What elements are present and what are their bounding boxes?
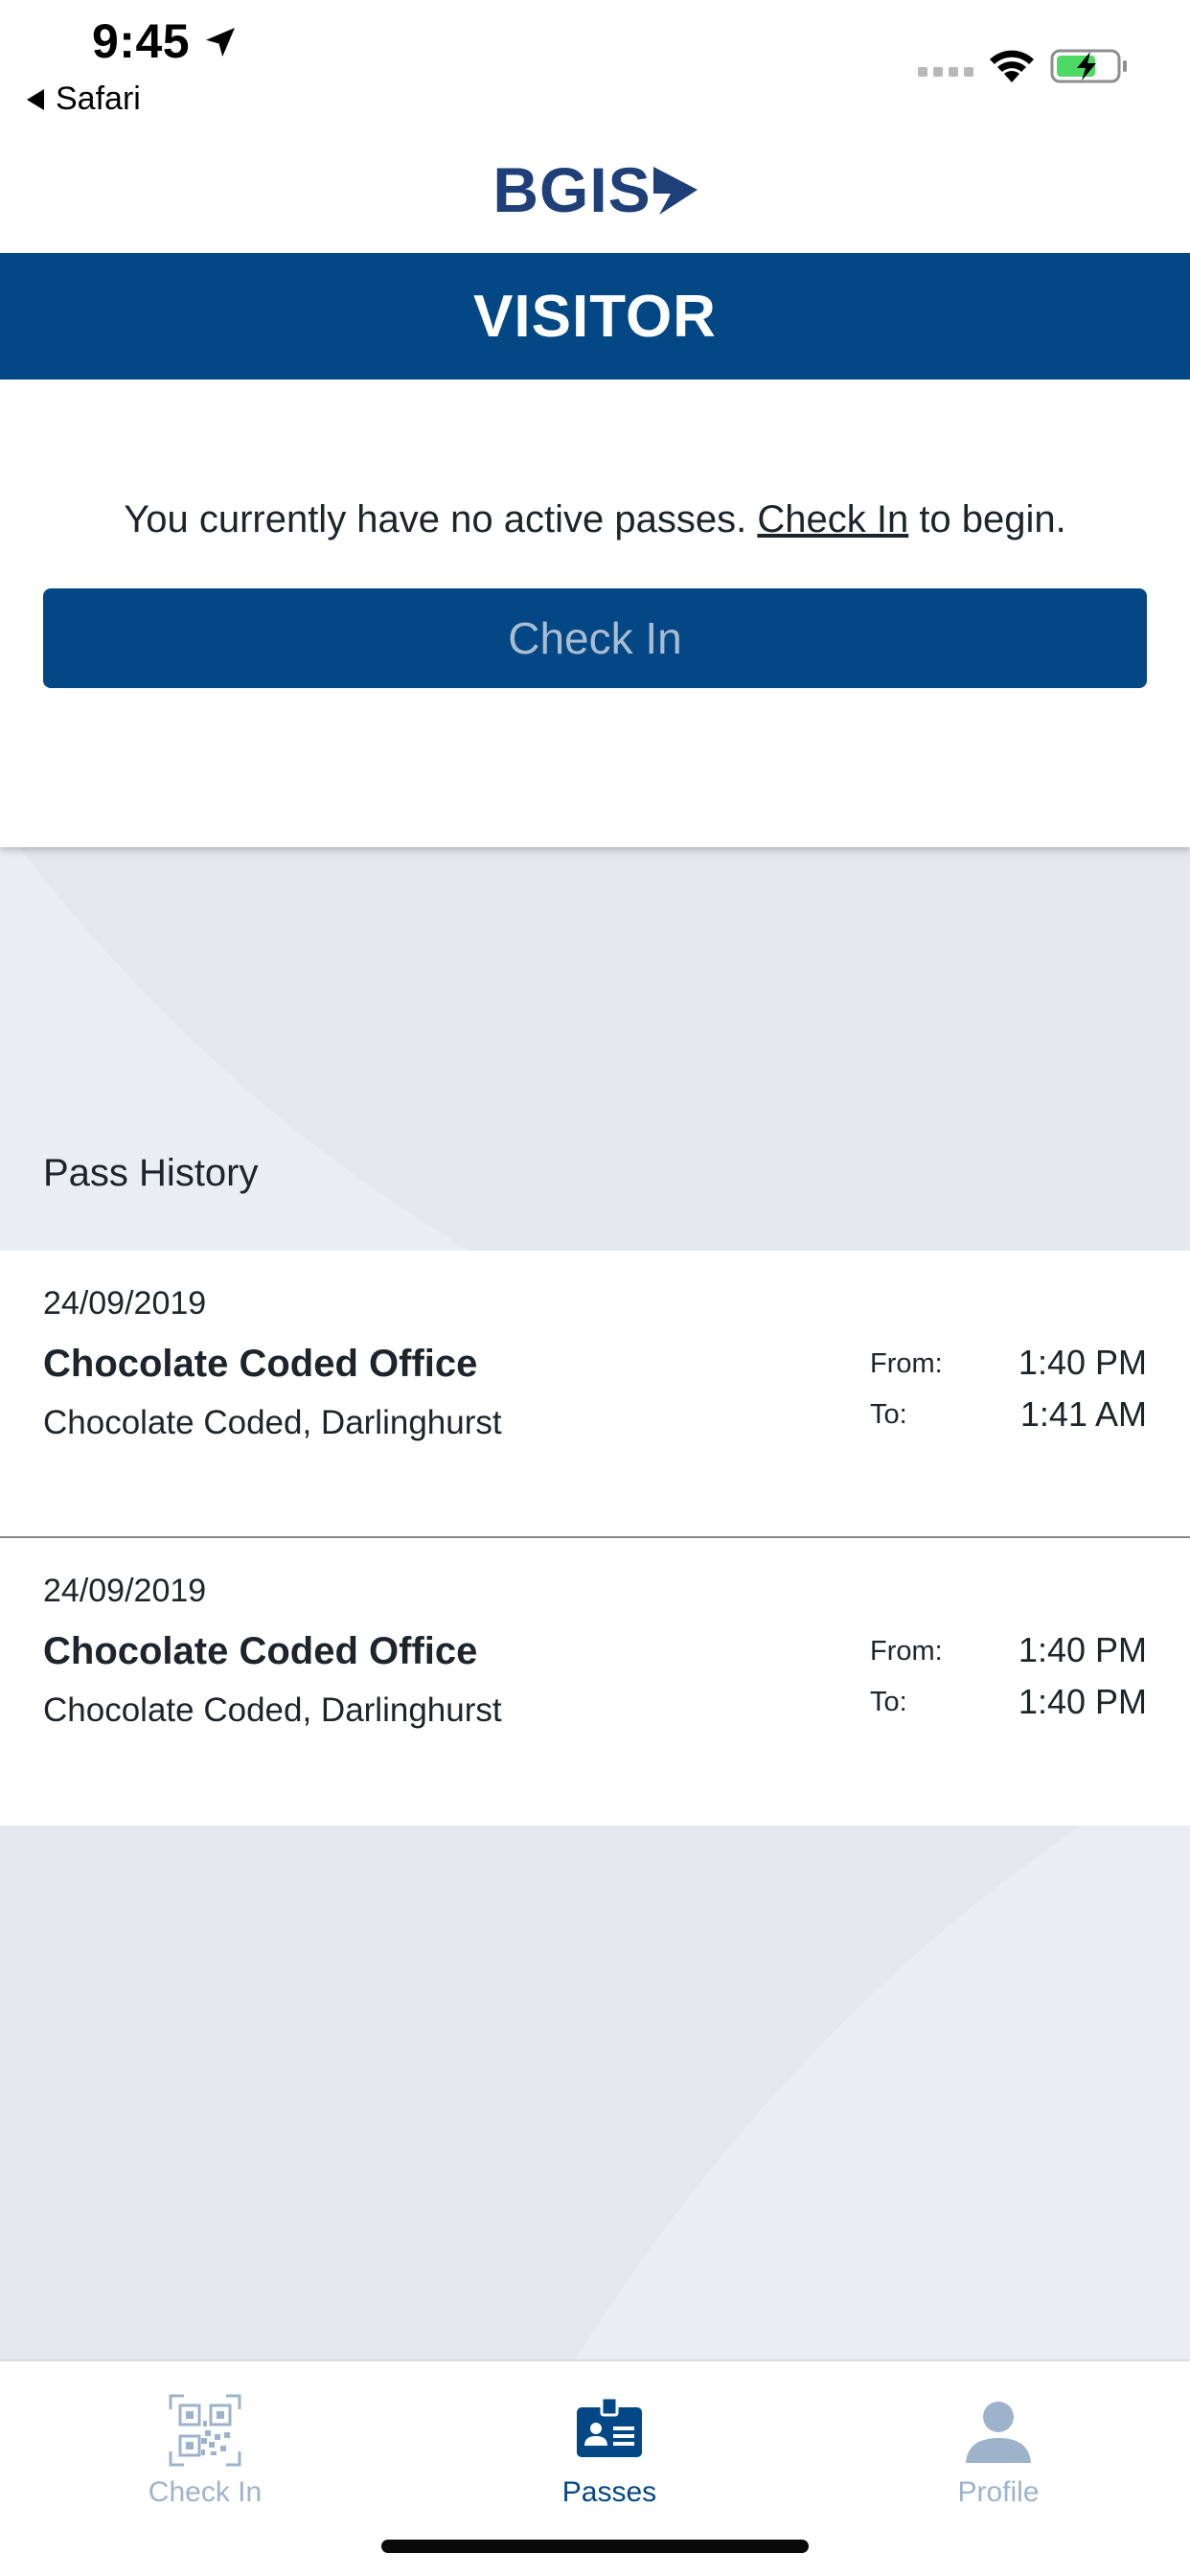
tab-check-in[interactable]: Check In bbox=[61, 2361, 349, 2534]
cellular-signal-icon bbox=[918, 67, 973, 77]
pass-history-title: Pass History bbox=[43, 1152, 259, 1194]
pass-location: Chocolate Coded, Darlinghurst bbox=[43, 1404, 502, 1441]
to-time: 1:41 AM bbox=[1019, 1394, 1147, 1434]
tab-passes[interactable]: Passes bbox=[466, 2361, 753, 2534]
tab-check-in-label: Check In bbox=[148, 2476, 263, 2508]
no-active-pass-message: You currently have no active passes. Che… bbox=[124, 498, 1066, 540]
check-in-button[interactable]: Check In bbox=[43, 588, 1147, 688]
back-triangle-icon bbox=[27, 88, 44, 110]
from-label: From: bbox=[870, 1348, 943, 1379]
tab-passes-label: Passes bbox=[561, 2476, 657, 2508]
status-time: 9:45 bbox=[92, 14, 191, 68]
logo-text: BGIS bbox=[492, 154, 652, 225]
visitor-banner: VISITOR bbox=[0, 253, 1190, 380]
pass-site-name: Chocolate Coded Office bbox=[43, 1343, 478, 1385]
to-label: To: bbox=[870, 1687, 907, 1717]
status-bar: 9:45 Safari bbox=[0, 0, 1190, 125]
pass-site-name: Chocolate Coded Office bbox=[43, 1630, 478, 1672]
id-badge-icon bbox=[577, 2396, 642, 2457]
tab-profile[interactable]: Profile bbox=[855, 2361, 1142, 2534]
battery-charging-icon bbox=[1050, 49, 1127, 83]
home-indicator[interactable] bbox=[381, 2540, 809, 2553]
banner-title: VISITOR bbox=[473, 283, 717, 350]
pass-history-item[interactable]: 24/09/2019 Chocolate Coded Office Chocol… bbox=[0, 1538, 1190, 1826]
back-to-safari-link[interactable]: Safari bbox=[27, 80, 141, 118]
from-label: From: bbox=[870, 1636, 943, 1667]
back-label: Safari bbox=[56, 80, 141, 117]
logo-arrow-icon bbox=[652, 167, 698, 215]
wifi-icon bbox=[990, 50, 1034, 82]
from-time: 1:40 PM bbox=[1018, 1343, 1147, 1382]
user-icon bbox=[966, 2402, 1031, 2463]
pass-date: 24/09/2019 bbox=[43, 1573, 207, 1609]
from-time: 1:40 PM bbox=[1018, 1630, 1147, 1669]
to-label: To: bbox=[870, 1399, 907, 1430]
tab-profile-label: Profile bbox=[957, 2476, 1040, 2508]
location-arrow-icon bbox=[206, 28, 235, 57]
active-pass-section: You currently have no active passes. Che… bbox=[0, 380, 1190, 847]
qr-code-icon bbox=[169, 2394, 241, 2467]
pass-history-item[interactable]: 24/09/2019 Chocolate Coded Office Chocol… bbox=[0, 1251, 1190, 1538]
pass-location: Chocolate Coded, Darlinghurst bbox=[43, 1691, 502, 1729]
bgis-logo: BGIS bbox=[0, 153, 1190, 226]
check-in-link[interactable]: Check In bbox=[757, 498, 908, 540]
to-time: 1:40 PM bbox=[1018, 1682, 1147, 1721]
pass-date: 24/09/2019 bbox=[43, 1285, 207, 1322]
